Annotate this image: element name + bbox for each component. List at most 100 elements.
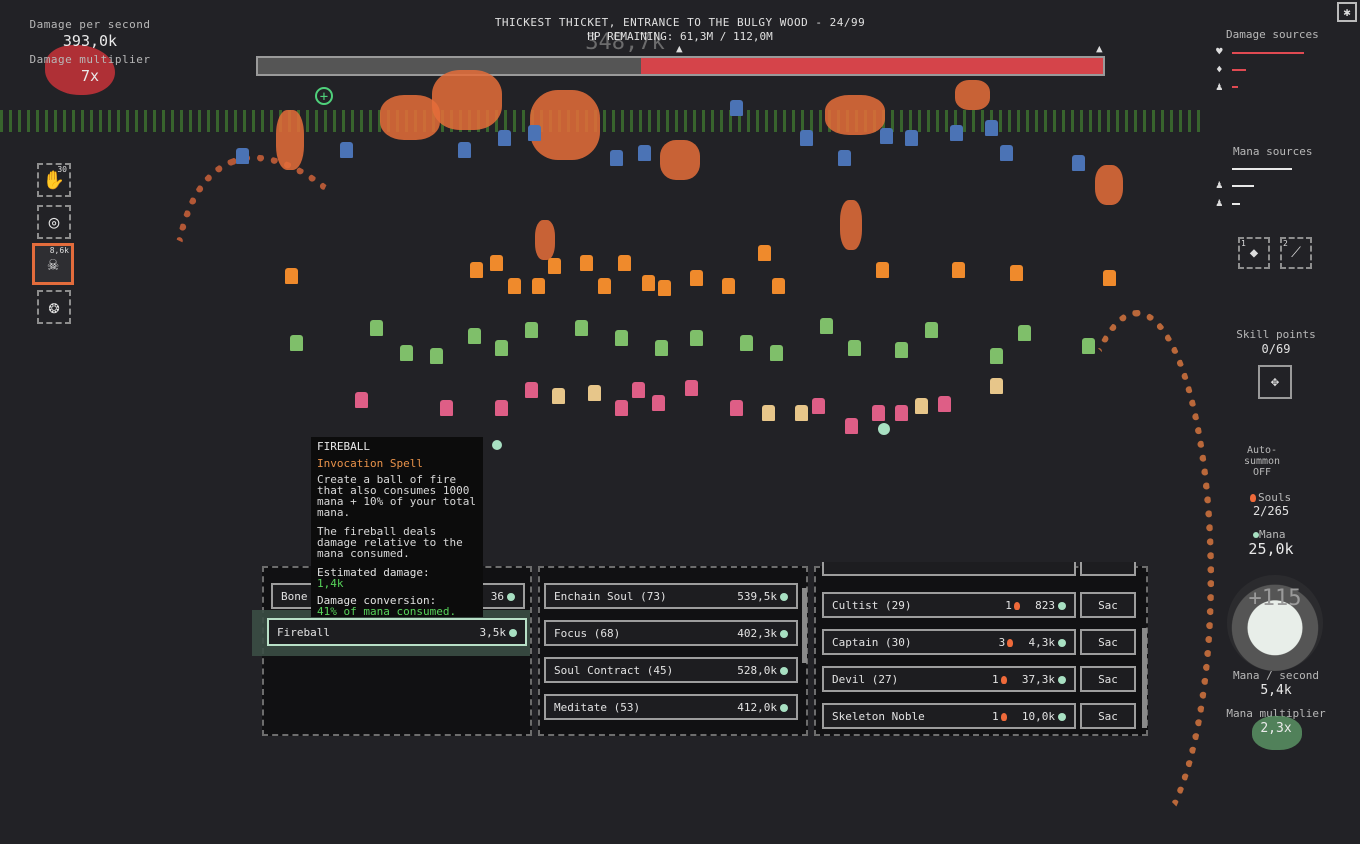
fire-effect: [840, 200, 862, 250]
ritual-cost: 539,5k: [737, 590, 788, 603]
damage-sources-label: Damage sources: [1226, 28, 1319, 41]
minion-unit: [525, 382, 538, 398]
ritual-cost-value: 539,5k: [737, 589, 777, 603]
minion-unit: [872, 405, 885, 421]
minion-unit: [1082, 338, 1095, 354]
fire-effect: [432, 70, 502, 130]
unit-row[interactable]: Cultist (29) 1 823: [822, 592, 1076, 618]
sac-button[interactable]: Sac: [1080, 629, 1136, 655]
wave-marker-icon: ▲: [676, 42, 683, 55]
auto-summon-toggle[interactable]: OFF: [1240, 467, 1284, 478]
mana-orb-drop: [878, 423, 890, 435]
unit-row[interactable]: Captain (30) 3 4,3k: [822, 629, 1076, 655]
spell-row-fireball[interactable]: Fireball 3,5k: [267, 618, 527, 646]
unit-name: Cultist (29): [832, 598, 912, 612]
minion-unit: [895, 342, 908, 358]
skull-icon[interactable]: ☠ 8,6k: [32, 243, 74, 285]
fire-effect: [380, 95, 440, 140]
minion-unit: [642, 275, 655, 291]
spell-name: Bone: [281, 589, 308, 603]
sac-button[interactable]: Sac: [1080, 703, 1136, 729]
ritual-row[interactable]: Soul Contract (45) 528,0k: [544, 657, 798, 683]
item-badge: 2: [1283, 239, 1288, 248]
unit-row[interactable]: Devil (27) 1 37,3k: [822, 666, 1076, 692]
unit-row[interactable]: Skeleton Noble 1 10,0k: [822, 703, 1076, 729]
minion-unit: [990, 348, 1003, 364]
ritual-cost-value: 528,0k: [737, 663, 777, 677]
mana-icon: [780, 629, 788, 638]
ritual-name: Enchain Soul (73): [554, 589, 667, 603]
minion-unit: [355, 392, 368, 408]
plus-icon: +: [315, 87, 333, 105]
enemy-unit: [458, 142, 471, 158]
damage-source-drop-icon: ♦: [1216, 63, 1223, 76]
dps-value: 393,0k: [62, 32, 118, 50]
mana-icon: [780, 703, 788, 712]
minion-unit: [468, 328, 481, 344]
minion-unit: [575, 320, 588, 336]
sac-button[interactable]: Sac: [1080, 666, 1136, 692]
enemy-unit: [498, 130, 511, 146]
mana-icon: [1058, 712, 1066, 721]
unit-row-partial[interactable]: [822, 562, 1076, 576]
target-icon[interactable]: ◎: [37, 205, 71, 239]
skill-tree-icon[interactable]: ✥: [1258, 365, 1292, 399]
mana-icon: [780, 666, 788, 675]
unit-cost: 3 4,3k: [999, 636, 1066, 649]
spell-cost: 36: [491, 590, 515, 603]
dps-label: Damage per second: [29, 18, 151, 31]
unit-mana-cost: 823: [1035, 598, 1055, 612]
ritual-row[interactable]: Meditate (53) 412,0k: [544, 694, 798, 720]
item-badge: 1: [1241, 239, 1246, 248]
mana-sources-label: Mana sources: [1233, 145, 1313, 158]
orb-value: +115: [1248, 586, 1302, 611]
ritual-cost: 402,3k: [737, 627, 788, 640]
units-scrollbar[interactable]: [1142, 628, 1147, 728]
sac-button[interactable]: Sac: [1080, 592, 1136, 618]
ritual-cost-value: 412,0k: [737, 700, 777, 714]
skill-points-label: Skill points: [1236, 328, 1316, 341]
rituals-scrollbar[interactable]: [802, 588, 807, 663]
minion-unit: [820, 318, 833, 334]
settings-icon[interactable]: ✱: [1337, 2, 1357, 22]
soul-icon: [1000, 675, 1007, 684]
minion-unit: [812, 398, 825, 414]
fire-effect: [1095, 165, 1123, 205]
minion-unit: [690, 270, 703, 286]
mana-multiplier-value: 2,3x: [1260, 721, 1292, 736]
ritual-row[interactable]: Focus (68) 402,3k: [544, 620, 798, 646]
hp-bar-fill: [640, 58, 1103, 74]
mana-icon: [509, 628, 517, 637]
minion-unit: [740, 335, 753, 351]
enemy-unit: [528, 125, 541, 141]
enemy-unit: [905, 130, 918, 146]
tooltip-estimated-value: 1,4k: [317, 577, 344, 590]
item-slot-2[interactable]: ⟋ 2: [1280, 237, 1312, 269]
enemy-unit: [1000, 145, 1013, 161]
item-slot-1[interactable]: ◆ 1: [1238, 237, 1270, 269]
minion-unit: [495, 400, 508, 416]
fire-effect: [955, 80, 990, 110]
minion-unit: [430, 348, 443, 364]
minion-unit: [990, 378, 1003, 394]
spell-cost-value: 36: [490, 589, 504, 603]
brain-icon[interactable]: ❂: [37, 290, 71, 324]
ritual-cost: 412,0k: [737, 701, 788, 714]
minion-unit: [690, 330, 703, 346]
minion-unit: [508, 278, 521, 294]
tooltip-spell-type: Invocation Spell: [317, 457, 423, 470]
mana-icon: [507, 592, 515, 601]
mana-icon: [1058, 601, 1066, 610]
mana-per-second-label: Mana / second: [1232, 669, 1320, 682]
hand-icon[interactable]: ✋ 30: [37, 163, 71, 197]
enemy-unit: [236, 148, 249, 164]
sac-button-partial[interactable]: [1080, 562, 1136, 576]
minion-unit: [525, 322, 538, 338]
ritual-row[interactable]: Enchain Soul (73) 539,5k: [544, 583, 798, 609]
unit-cost: 1 823: [1005, 599, 1066, 612]
minion-unit: [615, 400, 628, 416]
auto-summon-label: Auto-summon: [1243, 445, 1281, 467]
ritual-cost: 528,0k: [737, 664, 788, 677]
damage-multiplier-label: Damage multiplier: [29, 53, 151, 66]
souls-label-text: Souls: [1258, 491, 1292, 504]
